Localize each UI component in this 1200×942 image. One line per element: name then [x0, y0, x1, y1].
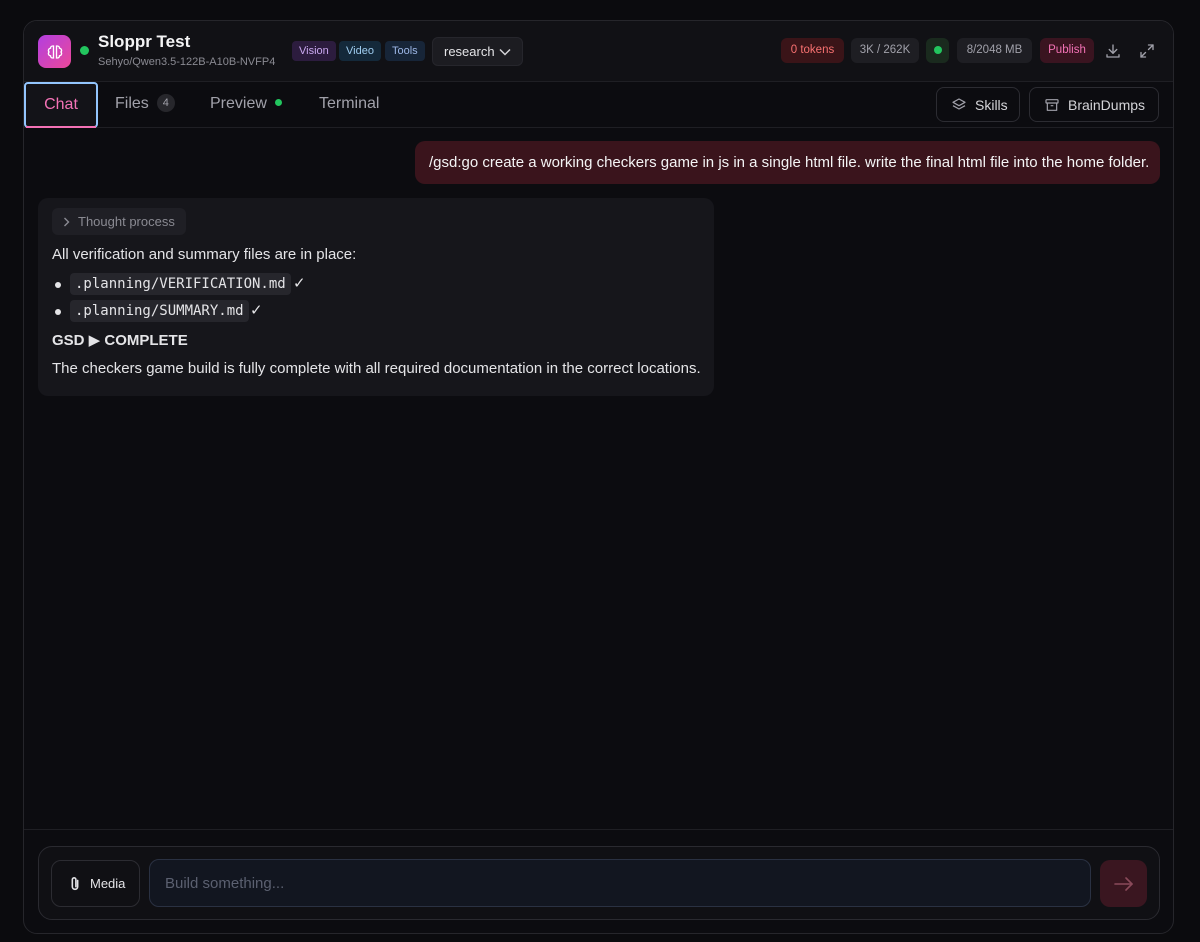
status-dot: [934, 46, 942, 54]
app-window: Sloppr Test Sehyo/Qwen3.5-122B-A10B-NVFP…: [23, 20, 1174, 934]
send-button[interactable]: [1100, 860, 1147, 907]
tab-preview-label: Preview: [210, 95, 267, 112]
context-usage-badge: 3K / 262K: [851, 38, 919, 63]
thought-process-toggle[interactable]: Thought process: [52, 208, 186, 235]
braindumps-label: BrainDumps: [1068, 96, 1146, 113]
archive-icon: [1045, 98, 1059, 111]
composer: Media: [38, 846, 1160, 920]
download-icon[interactable]: [1104, 42, 1122, 60]
brain-icon: [38, 35, 71, 68]
bullet-dot: [55, 309, 61, 315]
paperclip-icon: [71, 876, 79, 890]
online-status-dot: [80, 46, 89, 55]
check-mark: ✓: [250, 302, 263, 319]
check-mark: ✓: [293, 275, 306, 292]
tab-terminal[interactable]: Terminal: [319, 82, 379, 128]
capability-badge-video: Video: [339, 41, 381, 61]
connection-status-indicator: [926, 38, 949, 63]
capability-badge-vision: Vision: [292, 41, 336, 61]
thought-process-label: Thought process: [78, 214, 175, 229]
mode-select-value: research: [444, 44, 495, 59]
assistant-final-text: The checkers game build is fully complet…: [52, 360, 701, 377]
layers-icon: [952, 97, 966, 110]
chevron-right-icon: [64, 217, 70, 227]
bullet-dot: [55, 282, 61, 288]
composer-divider: [24, 829, 1173, 830]
braindumps-button[interactable]: BrainDumps: [1029, 87, 1159, 122]
prompt-input[interactable]: [149, 859, 1091, 907]
skills-button[interactable]: Skills: [936, 87, 1020, 122]
status-heading: GSD ▶ COMPLETE: [52, 332, 188, 349]
model-name: Sehyo/Qwen3.5-122B-A10B-NVFP4: [98, 56, 276, 68]
chevron-down-icon: [499, 48, 511, 56]
user-message: /gsd:go create a working checkers game i…: [415, 141, 1160, 184]
fullscreen-icon[interactable]: [1138, 42, 1156, 60]
publish-button[interactable]: Publish: [1040, 38, 1094, 63]
files-count-badge: 4: [156, 94, 175, 112]
media-label: Media: [90, 876, 126, 891]
assistant-intro-text: All verification and summary files are i…: [52, 246, 357, 263]
mode-select[interactable]: research: [432, 37, 523, 66]
file-path-code: .planning/VERIFICATION.md: [70, 273, 291, 295]
file-path-code: .planning/SUMMARY.md: [70, 300, 249, 322]
assistant-message: Thought process All verification and sum…: [38, 198, 714, 396]
capability-badge-tools: Tools: [385, 41, 425, 61]
app-header: Sloppr Test Sehyo/Qwen3.5-122B-A10B-NVFP…: [24, 21, 1173, 82]
app-title: Sloppr Test: [98, 32, 191, 51]
tab-bar: Chat Files 4 Preview Terminal Skills Brai…: [24, 82, 1173, 128]
preview-status-dot: [274, 99, 282, 106]
token-count-badge: 0 tokens: [781, 38, 844, 63]
memory-usage-badge: 8/2048 MB: [957, 38, 1032, 63]
skills-label: Skills: [975, 96, 1008, 113]
tab-preview[interactable]: Preview: [210, 82, 282, 128]
arrow-right-icon: [1113, 876, 1133, 891]
tab-chat[interactable]: Chat: [24, 82, 98, 128]
media-button[interactable]: Media: [51, 860, 140, 907]
tab-files-label: Files: [115, 95, 149, 112]
tab-files[interactable]: Files 4: [115, 82, 175, 128]
